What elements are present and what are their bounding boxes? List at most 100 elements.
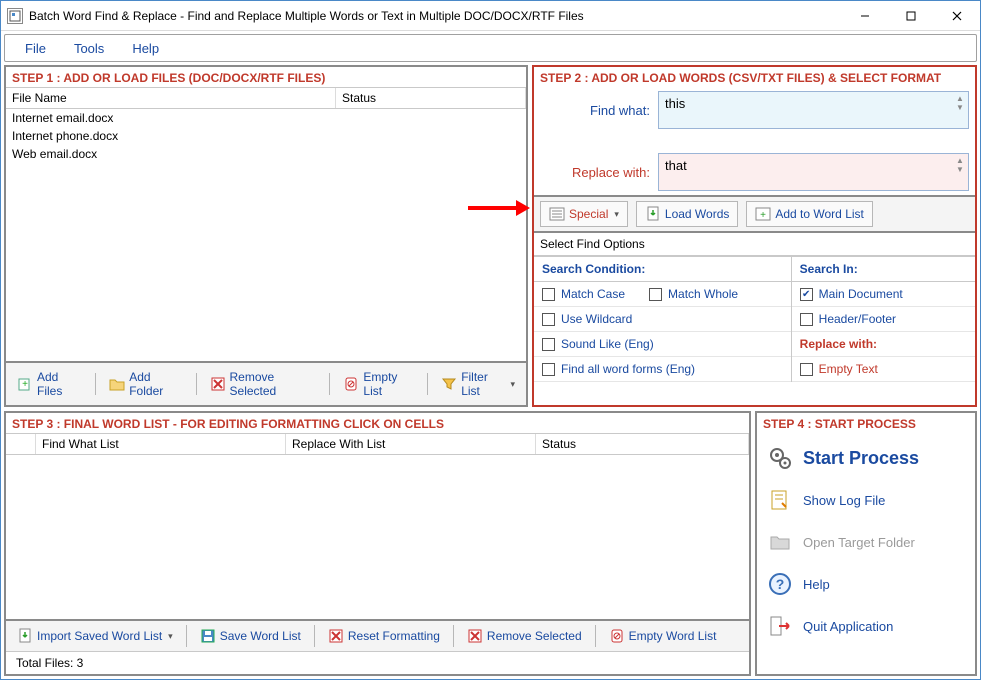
sound-like-label: Sound Like (Eng) bbox=[561, 337, 654, 351]
match-case-label: Match Case bbox=[561, 287, 625, 301]
open-target-folder-button[interactable]: Open Target Folder bbox=[759, 521, 973, 563]
minimize-button[interactable] bbox=[842, 1, 888, 31]
step1-grid-header: File Name Status bbox=[6, 87, 526, 109]
main-doc-label: Main Document bbox=[819, 287, 903, 301]
step4-title: STEP 4 : START PROCESS bbox=[757, 413, 975, 433]
import-word-list-button[interactable]: Import Saved Word List▾ bbox=[10, 624, 180, 648]
empty-icon bbox=[609, 628, 625, 644]
replace-with-head: Replace with: bbox=[792, 332, 975, 357]
add-files-icon: + bbox=[17, 376, 33, 392]
col-find-what[interactable]: Find What List bbox=[36, 434, 286, 454]
menu-file[interactable]: File bbox=[11, 37, 60, 60]
chevron-down-icon: ▾ bbox=[168, 631, 173, 642]
remove-selected-button-2[interactable]: Remove Selected bbox=[460, 624, 589, 648]
find-what-value: this bbox=[665, 96, 685, 111]
remove-icon bbox=[210, 376, 226, 392]
menu-tools[interactable]: Tools bbox=[60, 37, 118, 60]
find-what-label: Find what: bbox=[540, 103, 650, 118]
remove-icon bbox=[467, 628, 483, 644]
col-selector[interactable] bbox=[6, 434, 36, 454]
chevron-down-icon: ▾ bbox=[614, 209, 619, 220]
step1-grid-body: Internet email.docx Internet phone.docx … bbox=[6, 109, 526, 361]
arrow-icon bbox=[466, 197, 530, 219]
find-all-forms-label: Find all word forms (Eng) bbox=[561, 362, 695, 376]
show-log-button[interactable]: Show Log File bbox=[759, 479, 973, 521]
empty-text-checkbox[interactable] bbox=[800, 363, 813, 376]
match-case-checkbox[interactable] bbox=[542, 288, 555, 301]
window-title: Batch Word Find & Replace - Find and Rep… bbox=[29, 9, 842, 23]
empty-list-button[interactable]: Empty List bbox=[336, 366, 421, 402]
file-row[interactable]: Web email.docx bbox=[6, 145, 526, 163]
remove-selected-button[interactable]: Remove Selected bbox=[203, 366, 324, 402]
match-whole-checkbox[interactable] bbox=[649, 288, 662, 301]
main-doc-checkbox[interactable]: ✔ bbox=[800, 288, 813, 301]
file-row[interactable]: Internet phone.docx bbox=[6, 127, 526, 145]
load-words-button[interactable]: Load Words bbox=[636, 201, 738, 227]
file-row[interactable]: Internet email.docx bbox=[6, 109, 526, 127]
menu-help[interactable]: Help bbox=[118, 37, 173, 60]
panel-step2: STEP 2 : ADD OR LOAD WORDS (CSV/TXT FILE… bbox=[532, 65, 977, 407]
save-word-list-button[interactable]: Save Word List bbox=[193, 624, 308, 648]
help-icon: ? bbox=[767, 571, 793, 597]
replace-with-value: that bbox=[665, 158, 687, 173]
empty-text-label: Empty Text bbox=[819, 362, 878, 376]
panel-step1: STEP 1 : ADD OR LOAD FILES (DOC/DOCX/RTF… bbox=[4, 65, 528, 407]
start-process-button[interactable]: Start Process bbox=[759, 437, 973, 479]
use-wildcard-checkbox[interactable] bbox=[542, 313, 555, 326]
load-icon bbox=[645, 206, 661, 222]
find-all-forms-checkbox[interactable] bbox=[542, 363, 555, 376]
options-title: Select Find Options bbox=[534, 233, 975, 256]
special-button[interactable]: Special▾ bbox=[540, 201, 628, 227]
empty-word-list-button[interactable]: Empty Word List bbox=[602, 624, 724, 648]
add-files-button[interactable]: +Add Files bbox=[10, 366, 89, 402]
app-window: Batch Word Find & Replace - Find and Rep… bbox=[0, 0, 981, 680]
step3-title: STEP 3 : FINAL WORD LIST - FOR EDITING F… bbox=[6, 413, 749, 433]
special-icon bbox=[549, 206, 565, 222]
log-icon bbox=[767, 487, 793, 513]
maximize-button[interactable] bbox=[888, 1, 934, 31]
import-icon bbox=[17, 628, 33, 644]
svg-text:+: + bbox=[22, 379, 28, 390]
step2-toolbar: Special▾ Load Words +Add to Word List bbox=[534, 195, 975, 233]
panel-step3: STEP 3 : FINAL WORD LIST - FOR EDITING F… bbox=[4, 411, 751, 676]
add-folder-button[interactable]: Add Folder bbox=[102, 366, 189, 402]
help-button[interactable]: ? Help bbox=[759, 563, 973, 605]
exit-icon bbox=[767, 613, 793, 639]
find-what-input[interactable]: this ▲▼ bbox=[658, 91, 969, 129]
use-wildcard-label: Use Wildcard bbox=[561, 312, 632, 326]
step1-toolbar: +Add Files Add Folder Remove Selected Em… bbox=[6, 361, 526, 405]
header-footer-checkbox[interactable] bbox=[800, 313, 813, 326]
step1-title: STEP 1 : ADD OR LOAD FILES (DOC/DOCX/RTF… bbox=[6, 67, 526, 87]
col-file-name[interactable]: File Name bbox=[6, 88, 336, 108]
reset-icon bbox=[328, 628, 344, 644]
step3-toolbar: Import Saved Word List▾ Save Word List R… bbox=[6, 619, 749, 651]
filter-icon bbox=[441, 376, 457, 392]
col-replace-with[interactable]: Replace With List bbox=[286, 434, 536, 454]
reset-formatting-button[interactable]: Reset Formatting bbox=[321, 624, 447, 648]
svg-text:?: ? bbox=[776, 576, 785, 592]
col-status[interactable]: Status bbox=[336, 88, 526, 108]
total-files-label: Total Files: 3 bbox=[6, 651, 749, 674]
panel-step4: STEP 4 : START PROCESS Start Process Sho… bbox=[755, 411, 977, 676]
spinner-icon[interactable]: ▲▼ bbox=[954, 94, 966, 126]
spinner-icon[interactable]: ▲▼ bbox=[954, 156, 966, 188]
gear-icon bbox=[767, 445, 793, 471]
step3-grid-header: Find What List Replace With List Status bbox=[6, 433, 749, 455]
sound-like-checkbox[interactable] bbox=[542, 338, 555, 351]
folder-open-icon bbox=[767, 529, 793, 555]
quit-button[interactable]: Quit Application bbox=[759, 605, 973, 647]
search-in-head: Search In: bbox=[792, 257, 975, 282]
window-buttons bbox=[842, 1, 980, 31]
close-button[interactable] bbox=[934, 1, 980, 31]
step3-grid-body bbox=[6, 455, 749, 619]
col-status[interactable]: Status bbox=[536, 434, 749, 454]
add-to-word-list-button[interactable]: +Add to Word List bbox=[746, 201, 873, 227]
folder-icon bbox=[109, 376, 125, 392]
save-icon bbox=[200, 628, 216, 644]
app-icon bbox=[7, 8, 23, 24]
replace-with-input[interactable]: that ▲▼ bbox=[658, 153, 969, 191]
add-list-icon: + bbox=[755, 206, 771, 222]
work-area: STEP 1 : ADD OR LOAD FILES (DOC/DOCX/RTF… bbox=[1, 65, 980, 679]
replace-with-label: Replace with: bbox=[540, 165, 650, 180]
filter-list-button[interactable]: Filter List▾ bbox=[434, 366, 522, 402]
